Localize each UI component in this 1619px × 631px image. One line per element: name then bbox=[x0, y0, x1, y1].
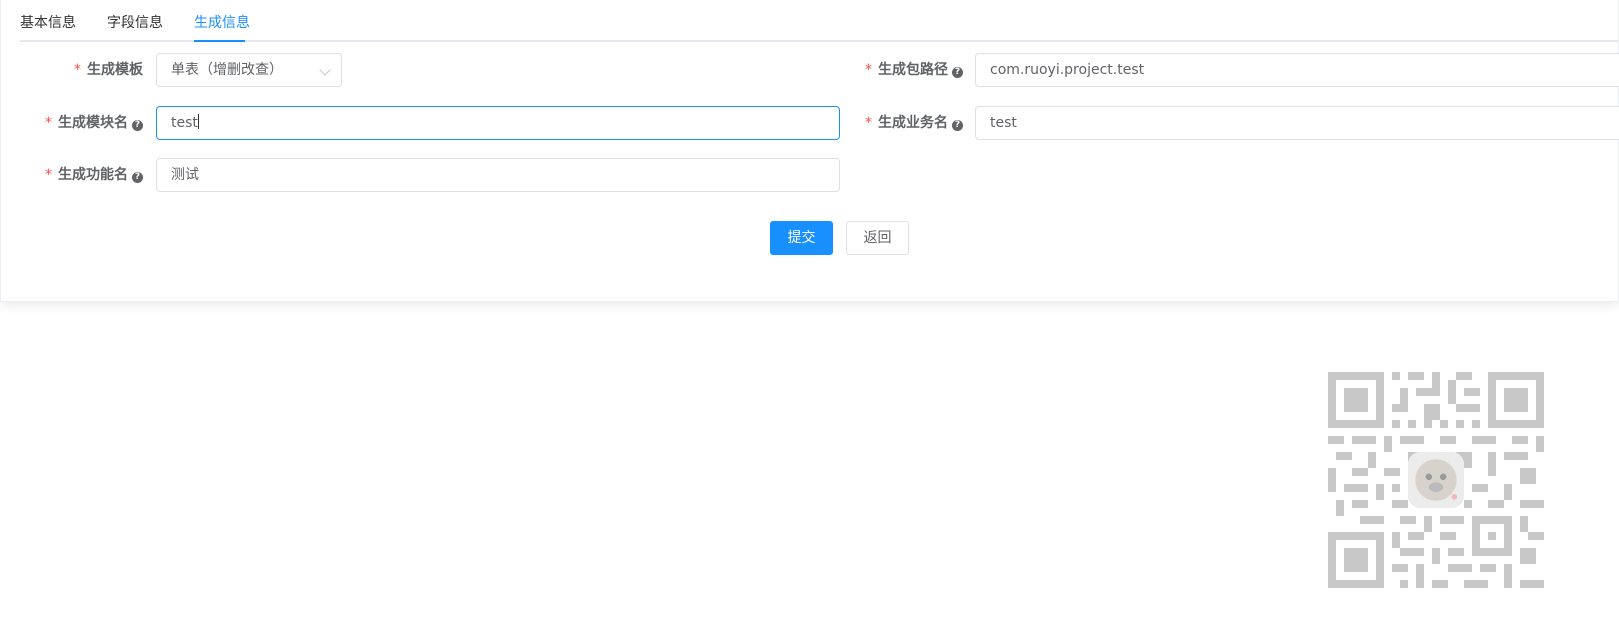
business-label: * 生成业务名? bbox=[865, 106, 963, 140]
module-input[interactable]: test bbox=[156, 106, 840, 140]
function-label: * 生成功能名? bbox=[45, 158, 143, 192]
back-button[interactable]: 返回 bbox=[846, 221, 909, 255]
tab-active-indicator bbox=[194, 40, 245, 42]
qr-code-icon bbox=[1328, 372, 1544, 588]
text-cursor bbox=[197, 114, 199, 129]
template-label-text: 生成模板 bbox=[87, 62, 143, 78]
submit-button[interactable]: 提交 bbox=[770, 221, 833, 255]
required-mark: * bbox=[45, 167, 52, 183]
business-label-text: 生成业务名 bbox=[878, 115, 948, 131]
function-input[interactable]: 测试 bbox=[156, 158, 840, 192]
question-circle-icon[interactable]: ? bbox=[952, 120, 963, 131]
question-circle-icon[interactable]: ? bbox=[132, 120, 143, 131]
package-input-value: com.ruoyi.project.test bbox=[990, 62, 1145, 78]
template-label: * 生成模板 bbox=[74, 53, 143, 87]
required-mark: * bbox=[865, 115, 872, 131]
gen-edit-card: 基本信息 字段信息 生成信息 * 生成模板 单表（增删改查） * 生成包路径? co… bbox=[0, 0, 1619, 302]
tabs-divider bbox=[20, 40, 1618, 42]
business-input-value: test bbox=[990, 115, 1017, 131]
question-circle-icon[interactable]: ? bbox=[952, 67, 963, 78]
required-mark: * bbox=[74, 62, 81, 78]
module-label-text: 生成模块名 bbox=[58, 115, 128, 131]
template-select[interactable]: 单表（增删改查） bbox=[156, 53, 342, 87]
package-label-text: 生成包路径 bbox=[878, 62, 948, 78]
tab-field-info[interactable]: 字段信息 bbox=[107, 13, 163, 33]
module-input-value: test bbox=[171, 115, 198, 131]
tab-basic-info[interactable]: 基本信息 bbox=[20, 13, 76, 33]
function-label-text: 生成功能名 bbox=[58, 167, 128, 183]
required-mark: * bbox=[865, 62, 872, 78]
package-input[interactable]: com.ruoyi.project.test bbox=[975, 53, 1619, 87]
module-label: * 生成模块名? bbox=[45, 106, 143, 140]
tab-gen-info[interactable]: 生成信息 bbox=[194, 13, 250, 33]
template-select-value: 单表（增删改查） bbox=[171, 62, 283, 78]
function-input-value: 测试 bbox=[171, 167, 199, 183]
required-mark: * bbox=[45, 115, 52, 131]
question-circle-icon[interactable]: ? bbox=[132, 172, 143, 183]
business-input[interactable]: test bbox=[975, 106, 1619, 140]
chevron-down-icon bbox=[319, 64, 331, 76]
package-label: * 生成包路径? bbox=[865, 53, 963, 87]
